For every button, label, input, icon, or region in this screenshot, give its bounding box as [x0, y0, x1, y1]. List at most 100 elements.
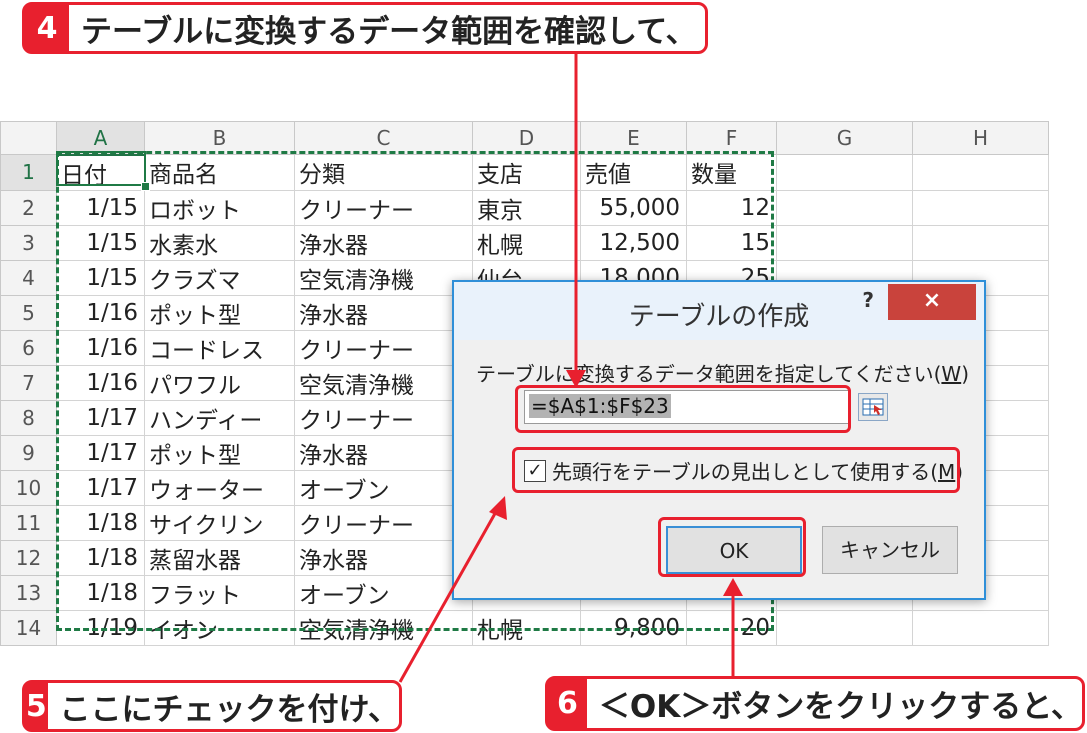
cell-a[interactable]: 1/17 [56, 399, 145, 436]
select-all-corner[interactable] [0, 121, 57, 155]
header-row-checkbox-row[interactable]: ✓ 先頭行をテーブルの見出しとして使用する(M) [524, 456, 963, 485]
range-prompt-label: テーブルに変換するデータ範囲を指定してください(W) [476, 358, 969, 387]
cell-h[interactable] [912, 609, 1049, 646]
column-header-d[interactable]: D [472, 121, 581, 155]
row-header[interactable]: 11 [0, 504, 57, 541]
cell-c[interactable]: 空気清浄機 [294, 609, 473, 646]
cell-g[interactable] [776, 609, 913, 646]
column-header-g[interactable]: G [776, 121, 913, 155]
cell-a[interactable]: 1/16 [56, 329, 145, 366]
fill-handle[interactable] [141, 182, 150, 191]
column-header-h[interactable]: H [912, 121, 1049, 155]
cell-b[interactable]: ロボット [144, 189, 295, 226]
cell-h[interactable] [912, 224, 1049, 261]
help-button[interactable]: ? [862, 288, 874, 312]
cell-c[interactable]: クリーナー [294, 399, 473, 436]
close-button[interactable]: × [888, 284, 976, 320]
cell-a[interactable]: 1/15 [56, 189, 145, 226]
cell-g[interactable] [776, 224, 913, 261]
cell-a[interactable]: 1/17 [56, 469, 145, 506]
header-row-checkbox[interactable]: ✓ [524, 459, 546, 482]
header-row-checkbox-label[interactable]: 先頭行をテーブルの見出しとして使用する(M) [552, 456, 963, 485]
cell-b[interactable]: ポット型 [144, 294, 295, 331]
cell-b[interactable]: 水素水 [144, 224, 295, 261]
row-header[interactable]: 6 [0, 329, 57, 366]
row-header[interactable]: 3 [0, 224, 57, 261]
callout-step-5: 5 ここにチェックを付け、 [22, 680, 402, 732]
cell-b[interactable]: パワフル [144, 364, 295, 401]
cell-a[interactable]: 1/18 [56, 539, 145, 576]
cell-b[interactable]: ハンディー [144, 399, 295, 436]
column-header-b[interactable]: B [144, 121, 295, 155]
table-row: 2 1/15 ロボット クリーナー 東京 55,000 12 [0, 189, 1049, 226]
row-header[interactable]: 7 [0, 364, 57, 401]
cell-c[interactable]: 浄水器 [294, 224, 473, 261]
cell-c[interactable]: クリーナー [294, 504, 473, 541]
cancel-button[interactable]: キャンセル [822, 526, 958, 574]
row-header[interactable]: 2 [0, 189, 57, 226]
cell-b[interactable]: クラズマ [144, 259, 295, 296]
row-header[interactable]: 4 [0, 259, 57, 296]
row-header[interactable]: 13 [0, 574, 57, 611]
cell-h[interactable] [912, 189, 1049, 226]
cell-e[interactable]: 12,500 [580, 224, 687, 261]
cell-c[interactable]: 浄水器 [294, 294, 473, 331]
row-header[interactable]: 12 [0, 539, 57, 576]
cell-a[interactable]: 1/19 [56, 609, 145, 646]
cell-f[interactable]: 20 [686, 609, 777, 646]
cell-d[interactable]: 東京 [472, 189, 581, 226]
cell-d[interactable]: 支店 [472, 154, 581, 191]
cell-b[interactable]: コードレス [144, 329, 295, 366]
row-header[interactable]: 5 [0, 294, 57, 331]
cell-c[interactable]: 空気清浄機 [294, 364, 473, 401]
cell-c[interactable]: 分類 [294, 154, 473, 191]
cell-c[interactable]: 浄水器 [294, 539, 473, 576]
cell-a[interactable]: 1/17 [56, 434, 145, 471]
cell-a[interactable]: 1/15 [56, 224, 145, 261]
cell-a[interactable]: 1/15 [56, 259, 145, 296]
cell-c[interactable]: 空気清浄機 [294, 259, 473, 296]
dialog-titlebar[interactable]: テーブルの作成 ? × [454, 282, 984, 340]
cell-d[interactable]: 札幌 [472, 609, 581, 646]
cell-a[interactable]: 1/16 [56, 364, 145, 401]
cell-b[interactable]: 商品名 [144, 154, 295, 191]
cell-c[interactable]: オーブン [294, 469, 473, 506]
cell-b[interactable]: ウォーター [144, 469, 295, 506]
row-header[interactable]: 9 [0, 434, 57, 471]
cell-e[interactable]: 売値 [580, 154, 687, 191]
range-picker-icon[interactable] [858, 393, 888, 421]
cell-b[interactable]: 蒸留水器 [144, 539, 295, 576]
cell-d[interactable]: 札幌 [472, 224, 581, 261]
cell-g[interactable] [776, 154, 913, 191]
ok-button[interactable]: OK [666, 526, 802, 574]
column-header-e[interactable]: E [580, 121, 687, 155]
column-header-c[interactable]: C [294, 121, 473, 155]
cell-h[interactable] [912, 154, 1049, 191]
range-input[interactable]: =$A$1:$F$23 [524, 390, 850, 424]
row-header[interactable]: 8 [0, 399, 57, 436]
cell-f[interactable]: 12 [686, 189, 777, 226]
cell-c[interactable]: 浄水器 [294, 434, 473, 471]
cell-f[interactable]: 数量 [686, 154, 777, 191]
cell-c[interactable]: オーブン [294, 574, 473, 611]
cell-b[interactable]: イオン [144, 609, 295, 646]
cell-a[interactable]: 1/16 [56, 294, 145, 331]
cell-c[interactable]: クリーナー [294, 329, 473, 366]
cell-g[interactable] [776, 189, 913, 226]
cell-e[interactable]: 9,800 [580, 609, 687, 646]
column-header-a[interactable]: A [56, 121, 145, 156]
cell-b[interactable]: フラット [144, 574, 295, 611]
row-header[interactable]: 14 [0, 609, 57, 646]
cell-e[interactable]: 55,000 [580, 189, 687, 226]
callout-step-6: 6 ＜OK＞ボタンをクリックすると、 [545, 676, 1085, 731]
row-header[interactable]: 10 [0, 469, 57, 506]
cell-c[interactable]: クリーナー [294, 189, 473, 226]
cell-b[interactable]: ポット型 [144, 434, 295, 471]
active-cell-a1[interactable] [56, 151, 146, 186]
cell-b[interactable]: サイクリン [144, 504, 295, 541]
row-header[interactable]: 1 [0, 154, 57, 191]
cell-f[interactable]: 15 [686, 224, 777, 261]
cell-a[interactable]: 1/18 [56, 504, 145, 541]
column-header-f[interactable]: F [686, 121, 777, 155]
cell-a[interactable]: 1/18 [56, 574, 145, 611]
